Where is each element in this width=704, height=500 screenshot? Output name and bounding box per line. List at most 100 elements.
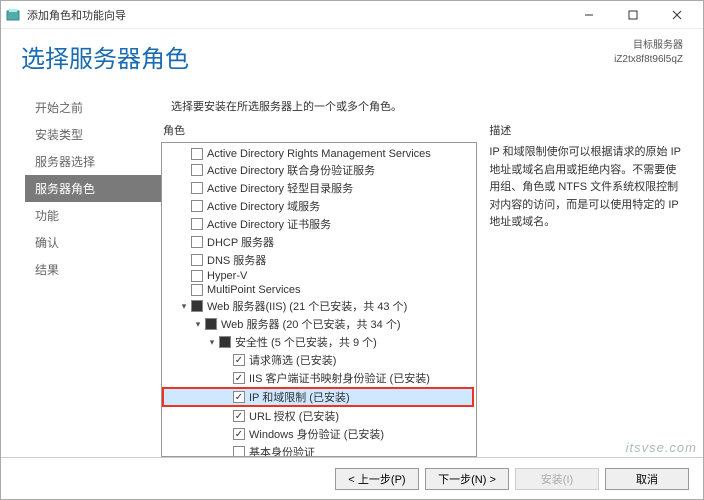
twist-spacer	[220, 410, 232, 422]
target-server-name: iZ2tx8f8t96l5qZ	[614, 53, 683, 67]
sidebar-step[interactable]: 服务器角色	[25, 175, 161, 202]
twist-spacer	[178, 182, 190, 194]
roles-treeview[interactable]: Active Directory Rights Management Servi…	[161, 142, 477, 457]
checkbox[interactable]	[191, 284, 203, 296]
tree-row[interactable]: Windows 身份验证 (已安装)	[164, 425, 474, 443]
checkbox[interactable]	[191, 164, 203, 176]
tree-row[interactable]: ▾ 安全性 (5 个已安装，共 9 个)	[164, 333, 474, 351]
tree-item-label: IP 和域限制 (已安装)	[249, 389, 350, 405]
checkbox[interactable]	[191, 254, 203, 266]
target-server-info: 目标服务器 iZ2tx8f8t96l5qZ	[614, 39, 683, 67]
window-title: 添加角色和功能向导	[27, 7, 567, 23]
twist-spacer	[178, 200, 190, 212]
twist-spacer	[178, 284, 190, 296]
tree-row[interactable]: Active Directory Rights Management Servi…	[164, 147, 474, 161]
tree-item-label: Active Directory 证书服务	[207, 216, 331, 232]
checkbox[interactable]	[233, 372, 245, 384]
checkbox[interactable]	[233, 391, 245, 403]
checkbox[interactable]	[233, 410, 245, 422]
checkbox[interactable]	[233, 354, 245, 366]
tree-item-label: 基本身份验证	[249, 444, 315, 457]
app-icon	[5, 7, 21, 23]
cancel-button[interactable]: 取消	[605, 468, 689, 490]
install-button[interactable]: 安装(I)	[515, 468, 599, 490]
checkbox[interactable]	[191, 270, 203, 282]
page-header: 选择服务器角色 目标服务器 iZ2tx8f8t96l5qZ	[1, 29, 703, 86]
tree-item-label: 安全性 (5 个已安装，共 9 个)	[235, 334, 377, 350]
sidebar-step[interactable]: 开始之前	[25, 94, 161, 121]
sidebar-step[interactable]: 确认	[25, 229, 161, 256]
tree-item-label: Active Directory Rights Management Servi…	[207, 148, 431, 160]
tree-row[interactable]: Active Directory 域服务	[164, 197, 474, 215]
tree-item-label: Hyper-V	[207, 270, 247, 282]
sidebar-step[interactable]: 安装类型	[25, 121, 161, 148]
twist-spacer	[178, 148, 190, 160]
twist-spacer	[178, 270, 190, 282]
checkbox[interactable]	[219, 336, 231, 348]
checkbox[interactable]	[191, 200, 203, 212]
tree-row[interactable]: ▾ Web 服务器(IIS) (21 个已安装，共 43 个)	[164, 297, 474, 315]
tree-row[interactable]: IP 和域限制 (已安装)	[162, 387, 474, 407]
checkbox[interactable]	[191, 300, 203, 312]
description-text: IP 和域限制使你可以根据请求的原始 IP 地址或域名启用或拒绝内容。不需要使用…	[487, 142, 685, 234]
tree-item-label: Web 服务器(IIS) (21 个已安装，共 43 个)	[207, 298, 407, 314]
maximize-button[interactable]	[611, 1, 655, 29]
twist-spacer	[178, 218, 190, 230]
tree-row[interactable]: MultiPoint Services	[164, 283, 474, 297]
twist-spacer	[178, 236, 190, 248]
tree-row[interactable]: Active Directory 联合身份验证服务	[164, 161, 474, 179]
watermark: itsvse.com	[626, 440, 697, 455]
twist-spacer	[220, 428, 232, 440]
steps-sidebar: 开始之前安装类型服务器选择服务器角色功能确认结果	[1, 86, 161, 457]
tree-row[interactable]: IIS 客户端证书映射身份验证 (已安装)	[164, 369, 474, 387]
collapse-icon[interactable]: ▾	[206, 336, 218, 348]
twist-spacer	[220, 391, 232, 403]
tree-row[interactable]: URL 授权 (已安装)	[164, 407, 474, 425]
twist-spacer	[220, 354, 232, 366]
page-title: 选择服务器角色	[21, 39, 614, 74]
twist-spacer	[220, 372, 232, 384]
instruction-text: 选择要安装在所选服务器上的一个或多个角色。	[161, 92, 685, 122]
tree-item-label: Active Directory 联合身份验证服务	[207, 162, 375, 178]
tree-row[interactable]: DNS 服务器	[164, 251, 474, 269]
checkbox[interactable]	[191, 218, 203, 230]
tree-row[interactable]: 请求筛选 (已安装)	[164, 351, 474, 369]
tree-item-label: DHCP 服务器	[207, 234, 274, 250]
sidebar-step[interactable]: 功能	[25, 202, 161, 229]
twist-spacer	[178, 164, 190, 176]
collapse-icon[interactable]: ▾	[192, 318, 204, 330]
tree-item-label: Windows 身份验证 (已安装)	[249, 426, 384, 442]
close-button[interactable]	[655, 1, 699, 29]
tree-item-label: DNS 服务器	[207, 252, 266, 268]
checkbox[interactable]	[233, 446, 245, 457]
sidebar-step[interactable]: 结果	[25, 256, 161, 283]
roles-panel: 角色 Active Directory Rights Management Se…	[161, 122, 477, 457]
tree-item-label: Active Directory 域服务	[207, 198, 320, 214]
description-panel: 描述 IP 和域限制使你可以根据请求的原始 IP 地址或域名启用或拒绝内容。不需…	[487, 122, 685, 457]
tree-row[interactable]: Active Directory 证书服务	[164, 215, 474, 233]
tree-row[interactable]: ▾Web 服务器 (20 个已安装，共 34 个)	[164, 315, 474, 333]
tree-row[interactable]: 基本身份验证	[164, 443, 474, 457]
tree-item-label: URL 授权 (已安装)	[249, 408, 339, 424]
tree-item-label: Active Directory 轻型目录服务	[207, 180, 353, 196]
previous-button[interactable]: < 上一步(P)	[335, 468, 419, 490]
tree-row[interactable]: DHCP 服务器	[164, 233, 474, 251]
tree-item-label: IIS 客户端证书映射身份验证 (已安装)	[249, 370, 430, 386]
minimize-button[interactable]	[567, 1, 611, 29]
twist-spacer	[220, 446, 232, 457]
checkbox[interactable]	[205, 318, 217, 330]
checkbox[interactable]	[233, 428, 245, 440]
tree-item-label: 请求筛选 (已安装)	[249, 352, 336, 368]
body: 开始之前安装类型服务器选择服务器角色功能确认结果 选择要安装在所选服务器上的一个…	[1, 86, 703, 457]
collapse-icon[interactable]: ▾	[178, 300, 190, 312]
main-panel: 选择要安装在所选服务器上的一个或多个角色。 角色 Active Director…	[161, 86, 703, 457]
sidebar-step[interactable]: 服务器选择	[25, 148, 161, 175]
twist-spacer	[178, 254, 190, 266]
checkbox[interactable]	[191, 182, 203, 194]
checkbox[interactable]	[191, 236, 203, 248]
tree-row[interactable]: Active Directory 轻型目录服务	[164, 179, 474, 197]
tree-row[interactable]: Hyper-V	[164, 269, 474, 283]
checkbox[interactable]	[191, 148, 203, 160]
wizard-window: 添加角色和功能向导 选择服务器角色 目标服务器 iZ2tx8f8t96l5qZ …	[0, 0, 704, 500]
next-button[interactable]: 下一步(N) >	[425, 468, 509, 490]
